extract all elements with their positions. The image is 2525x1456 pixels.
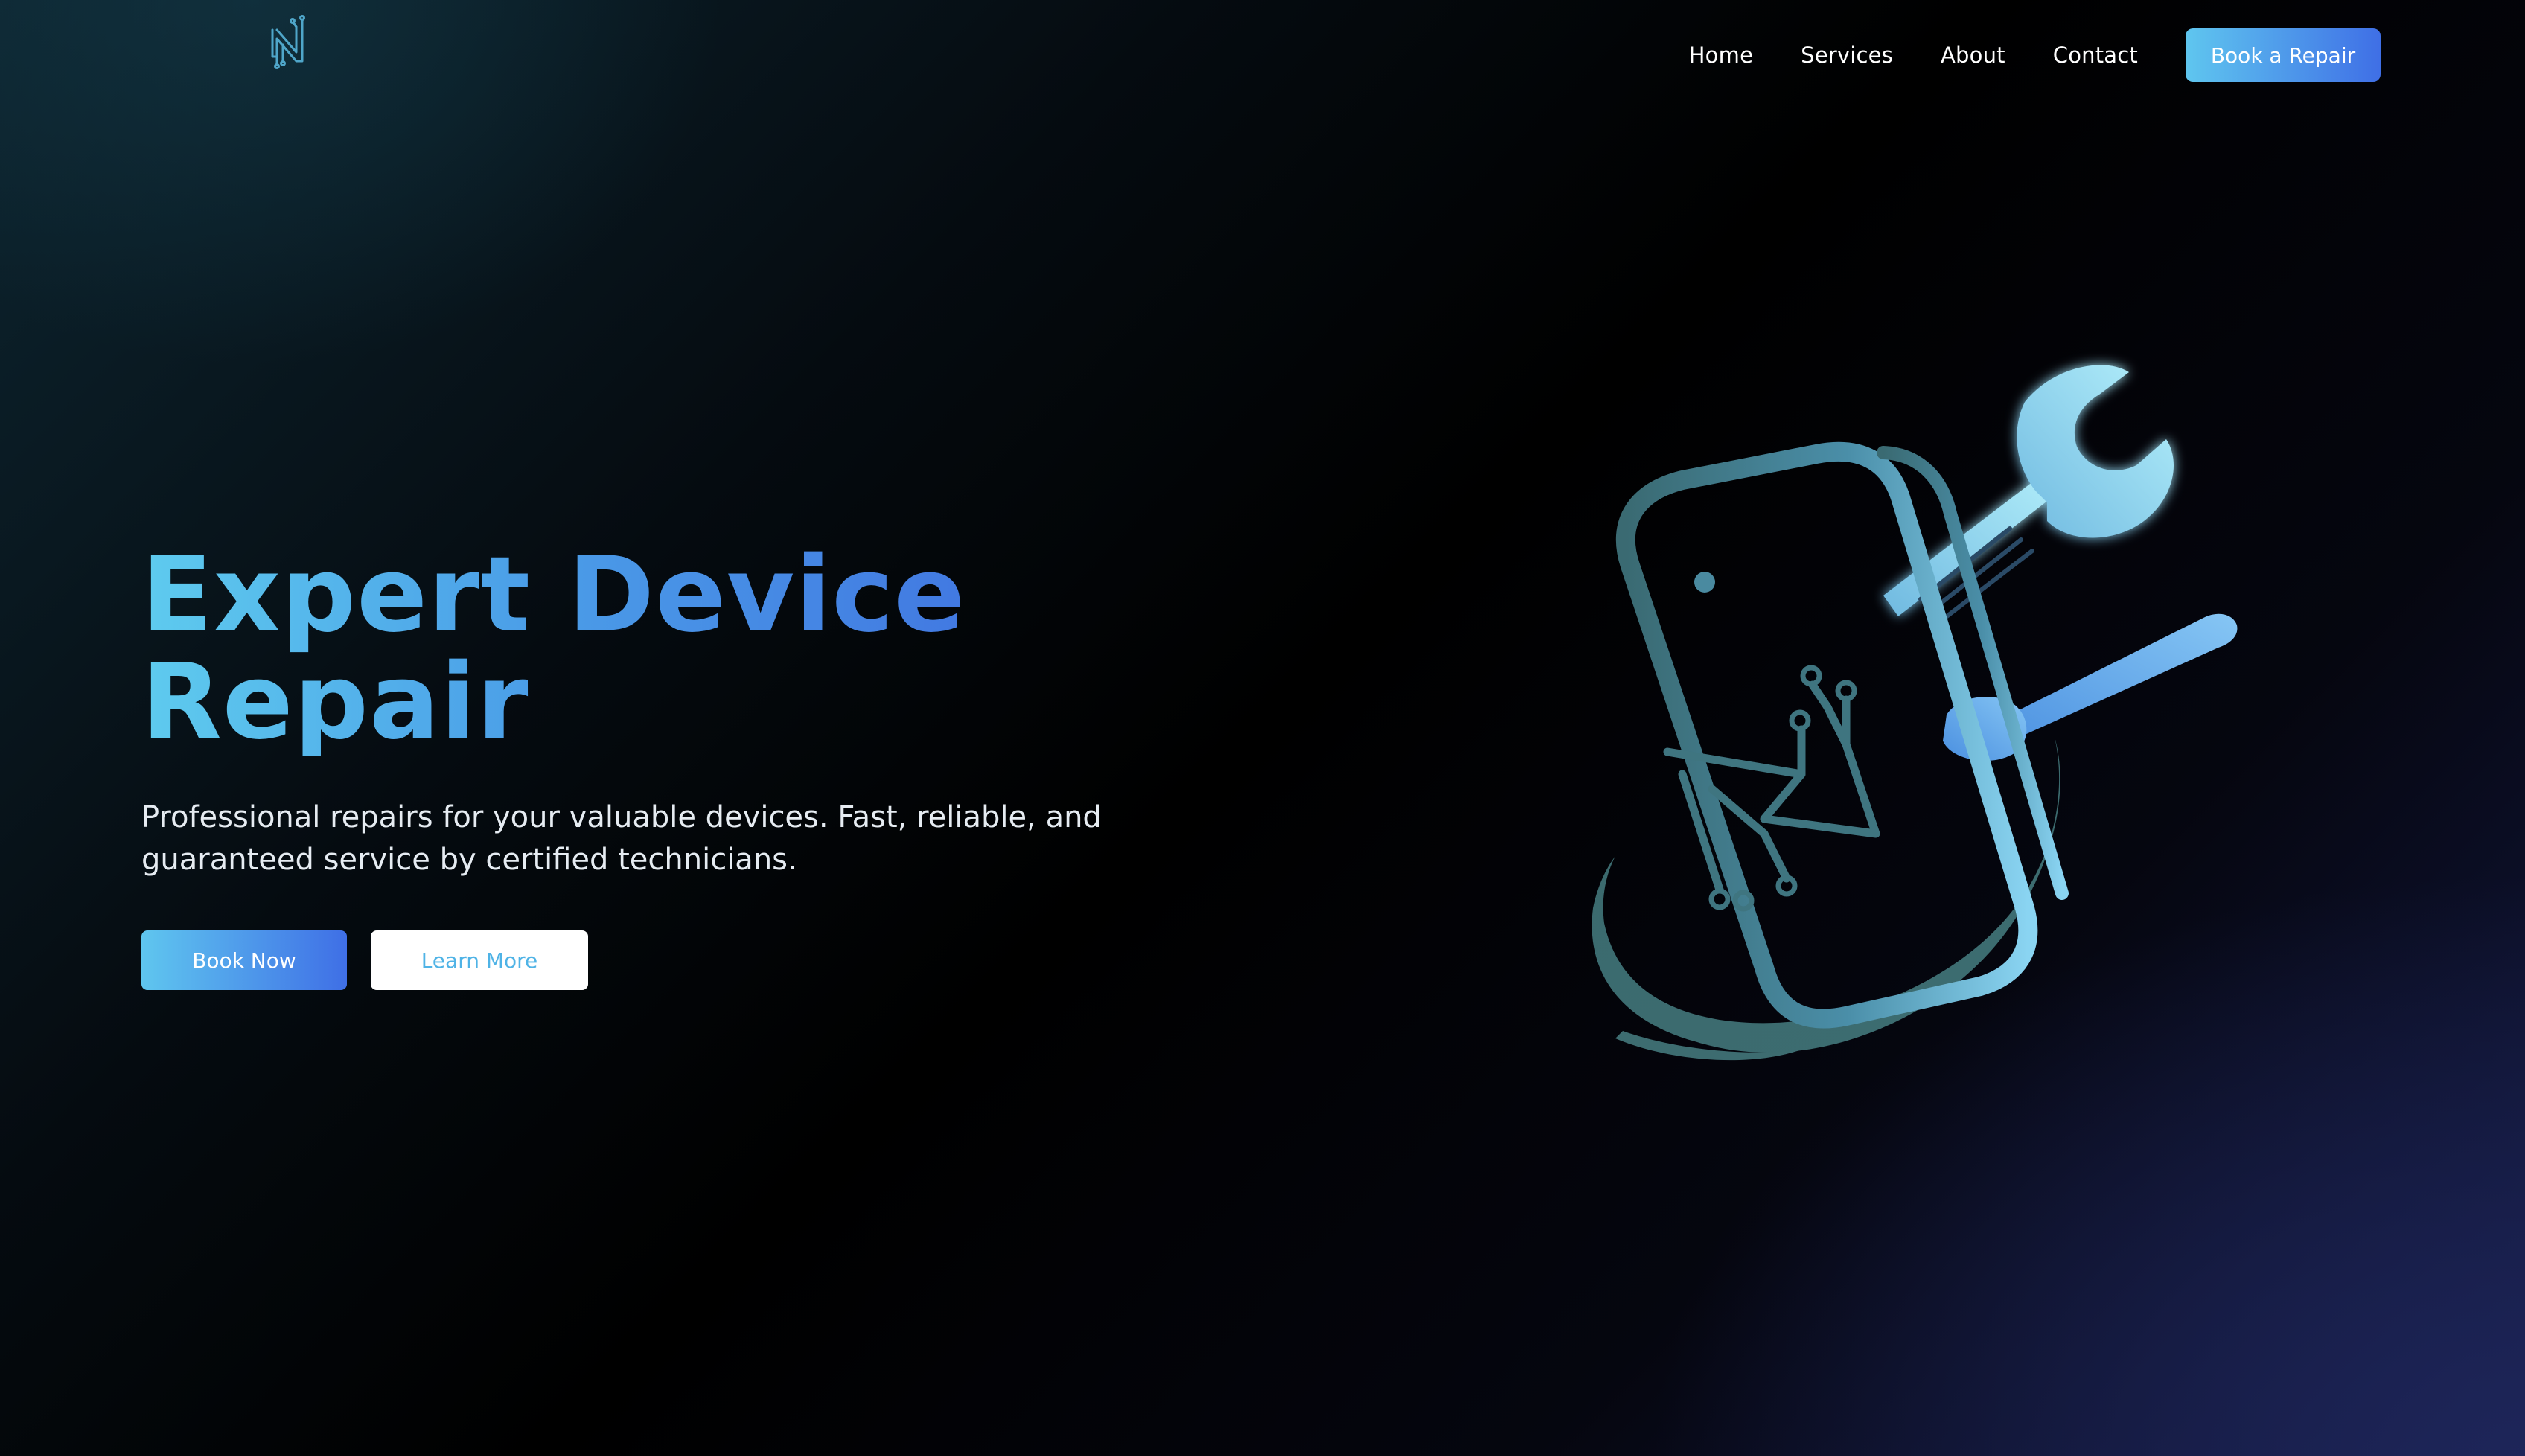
hero-subtitle: Professional repairs for your valuable d… <box>141 800 1102 877</box>
phone-repair-illustration-icon <box>1533 342 2352 1087</box>
nav-home-link[interactable]: Home <box>1689 42 1753 68</box>
main-nav: Home Services About Contact Book a Repai… <box>1689 28 2381 82</box>
logo-icon[interactable] <box>266 15 313 70</box>
nav-about-link[interactable]: About <box>1941 42 2005 68</box>
book-a-repair-button[interactable]: Book a Repair <box>2186 28 2381 82</box>
learn-more-button[interactable]: Learn More <box>371 930 588 990</box>
nav-contact-link[interactable]: Contact <box>2053 42 2138 68</box>
book-now-button[interactable]: Book Now <box>141 930 347 990</box>
hero-title: Expert Device Repair <box>141 542 1109 756</box>
nav-services-link[interactable]: Services <box>1801 42 1893 68</box>
hero-title-line-1: Expert Device <box>141 534 966 656</box>
hero-title-line-2: Repair <box>141 642 529 763</box>
